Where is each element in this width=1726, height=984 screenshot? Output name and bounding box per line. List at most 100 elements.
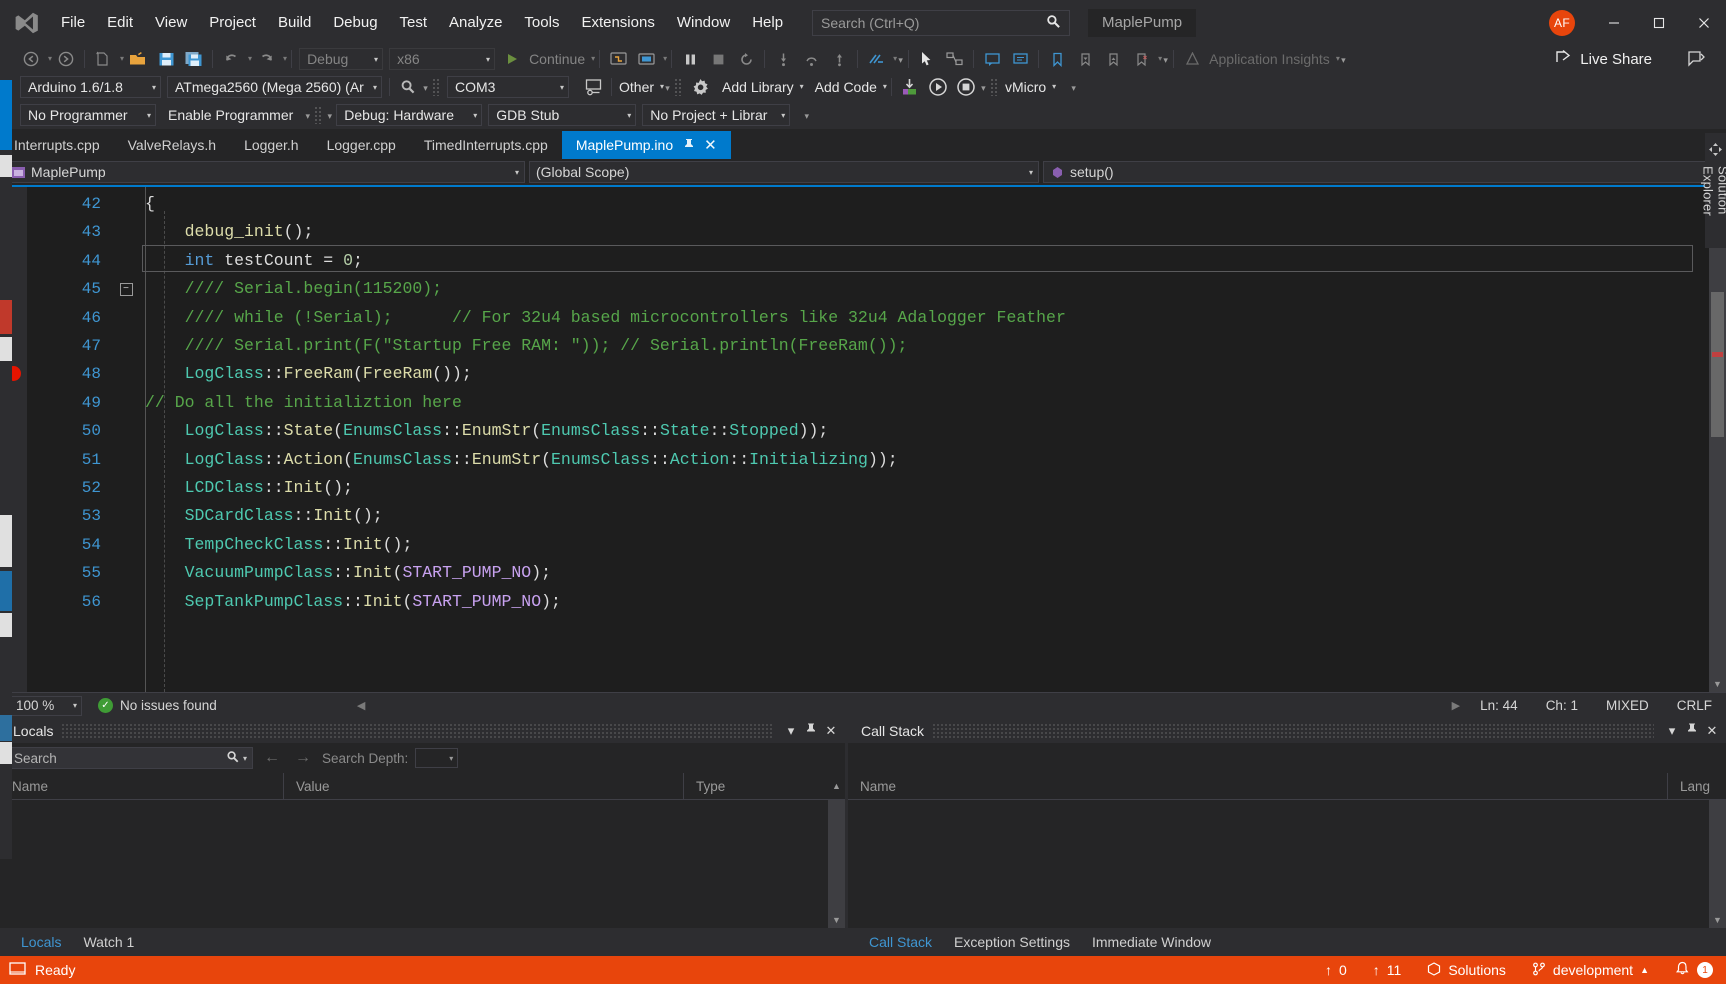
board-overflow[interactable]: ▾	[422, 80, 429, 94]
left-chip-toolbox[interactable]	[0, 80, 12, 150]
redo-caret[interactable]: ▾	[283, 55, 287, 63]
bookmark-icon[interactable]	[1043, 48, 1071, 70]
code-line[interactable]: 51 LogClass::Action(EnumsClass::EnumStr(…	[42, 446, 1709, 474]
add-library-button[interactable]: Add Library	[719, 79, 797, 95]
minimize-button[interactable]	[1591, 0, 1636, 45]
callstack-vertical-scrollbar[interactable]: ▼	[1709, 800, 1726, 928]
redo-icon[interactable]	[252, 48, 280, 70]
menu-debug[interactable]: Debug	[322, 9, 388, 37]
comment-icon[interactable]	[978, 48, 1006, 70]
fold-margin[interactable]	[115, 218, 137, 246]
locals-vertical-scrollbar[interactable]: ▼	[828, 800, 845, 928]
menu-test[interactable]: Test	[389, 9, 439, 37]
fold-margin[interactable]	[115, 417, 137, 445]
search-next-icon[interactable]: →	[291, 749, 315, 767]
run-debug-icon[interactable]	[924, 76, 952, 98]
code-line[interactable]: 49 // Do all the initializtion here	[42, 389, 1709, 417]
live-share-button[interactable]: Live Share	[1555, 49, 1660, 69]
tab-logger-h[interactable]: Logger.h	[230, 131, 313, 159]
quick-search-input[interactable]: Search (Ctrl+Q)	[812, 9, 1071, 36]
callstack-column-name[interactable]: Name	[848, 773, 1668, 799]
tab-logger-cpp[interactable]: Logger.cpp	[312, 131, 410, 159]
left-chip-blue-2[interactable]	[0, 715, 12, 741]
code-surface[interactable]: 42{43 debug_init(); 44 int testCount = 0;…	[42, 187, 1709, 692]
clear-bookmarks-icon[interactable]	[1127, 48, 1155, 70]
locals-grid-body[interactable]: ▼	[0, 800, 845, 928]
left-chip-white-2[interactable]	[0, 337, 12, 361]
navigate-back-button[interactable]	[17, 48, 45, 70]
fold-margin[interactable]	[115, 304, 137, 332]
menu-file[interactable]: File	[50, 9, 96, 37]
pin-icon[interactable]	[683, 138, 695, 153]
build-scope-overflow[interactable]: ▾	[803, 108, 810, 122]
avatar[interactable]: AF	[1549, 9, 1575, 36]
code-line[interactable]: 48 LogClass::FreeRam(FreeRam());	[42, 360, 1709, 388]
left-chip-white-3[interactable]	[0, 515, 12, 567]
pane-drag-handle[interactable]	[61, 722, 773, 739]
uncomment-icon[interactable]	[1006, 48, 1034, 70]
vmicro-menu-button[interactable]: vMicro	[1002, 79, 1049, 95]
undo-icon[interactable]	[217, 48, 245, 70]
build-scope-combo[interactable]: No Project + Librar ▾	[642, 104, 791, 126]
menu-window[interactable]: Window	[666, 9, 741, 37]
arduino-ide-combo[interactable]: Arduino 1.6/1.8 ▾	[20, 76, 161, 98]
issue-status[interactable]: ✓ No issues found	[98, 698, 217, 713]
fold-margin[interactable]	[115, 588, 137, 616]
bookmark-overflow[interactable]: ▾	[1162, 52, 1169, 66]
code-line[interactable]: 54 TempCheckClass::Init();	[42, 531, 1709, 559]
fold-margin[interactable]	[115, 190, 137, 218]
solution-platform-combo[interactable]: x86 ▾	[389, 48, 496, 70]
pane-tab-immediate-window[interactable]: Immediate Window	[1081, 928, 1222, 956]
pin-icon[interactable]	[801, 723, 821, 739]
continue-caret[interactable]: ▾	[591, 55, 595, 63]
debug-mode-combo[interactable]: Debug: Hardware ▾	[336, 104, 483, 126]
cursor-select-icon[interactable]	[913, 48, 941, 70]
continue-button[interactable]: Continue	[526, 51, 588, 67]
menu-help[interactable]: Help	[741, 9, 794, 37]
stop-icon[interactable]	[704, 48, 732, 70]
left-chip-white-5[interactable]	[0, 742, 12, 764]
solution-explorer-strip[interactable]: Solution Explorer	[1701, 133, 1726, 248]
screenshot-caret[interactable]: ▾	[663, 55, 667, 63]
attach-icon[interactable]	[604, 48, 632, 70]
tab-timedinterrupts-cpp[interactable]: TimedInterrupts.cpp	[409, 131, 562, 159]
code-line[interactable]: 56 SepTankPumpClass::Init(START_PUMP_NO)…	[42, 588, 1709, 616]
new-item-icon[interactable]	[89, 48, 117, 70]
screenshot-icon[interactable]	[632, 48, 660, 70]
search-prev-icon[interactable]: ←	[260, 749, 284, 767]
close-icon[interactable]: ✕	[1702, 723, 1722, 739]
zoom-level-combo[interactable]: 100 % ▾	[8, 695, 82, 716]
debugger-combo[interactable]: GDB Stub ▾	[488, 104, 637, 126]
code-line[interactable]: 53 SDCardClass::Init();	[42, 502, 1709, 530]
dock-arrows-icon[interactable]	[1709, 143, 1722, 159]
scroll-down-icon[interactable]: ▼	[1709, 675, 1726, 692]
gear-icon[interactable]	[686, 76, 714, 98]
other-overflow[interactable]: ▾	[664, 80, 671, 94]
left-chip-red[interactable]	[0, 300, 12, 334]
pane-menu-icon[interactable]: ▾	[781, 723, 801, 739]
callstack-column-lang[interactable]: Lang	[1668, 773, 1726, 799]
locals-column-value[interactable]: Value	[284, 773, 684, 799]
left-chip-white-1[interactable]	[0, 155, 12, 177]
notifications-item[interactable]: 1	[1662, 956, 1726, 984]
prev-bookmark-icon[interactable]	[1071, 48, 1099, 70]
solutions-item[interactable]: Solutions	[1414, 956, 1519, 984]
pane-menu-icon[interactable]: ▾	[1662, 723, 1682, 739]
code-line[interactable]: 55 VacuumPumpClass::Init(START_PUMP_NO);	[42, 559, 1709, 587]
left-chip-white-4[interactable]	[0, 613, 12, 637]
add-library-caret[interactable]: ▾	[800, 83, 804, 91]
fold-margin[interactable]	[115, 247, 137, 275]
continue-play-icon[interactable]	[498, 48, 526, 70]
code-line[interactable]: 43 debug_init();	[42, 218, 1709, 246]
branch-item[interactable]: development ▲	[1519, 956, 1662, 984]
hot-reload-icon[interactable]	[862, 48, 890, 70]
menu-tools[interactable]: Tools	[513, 9, 570, 37]
stop-debug-icon[interactable]	[952, 76, 980, 98]
left-chip-blue[interactable]	[0, 571, 12, 611]
run-overflow[interactable]: ▾	[980, 80, 987, 94]
callstack-grid-body[interactable]: ▼	[848, 800, 1726, 928]
fold-margin[interactable]	[115, 446, 137, 474]
pin-icon[interactable]	[1682, 723, 1702, 739]
menu-analyze[interactable]: Analyze	[438, 9, 513, 37]
navigate-forward-button[interactable]	[52, 48, 80, 70]
